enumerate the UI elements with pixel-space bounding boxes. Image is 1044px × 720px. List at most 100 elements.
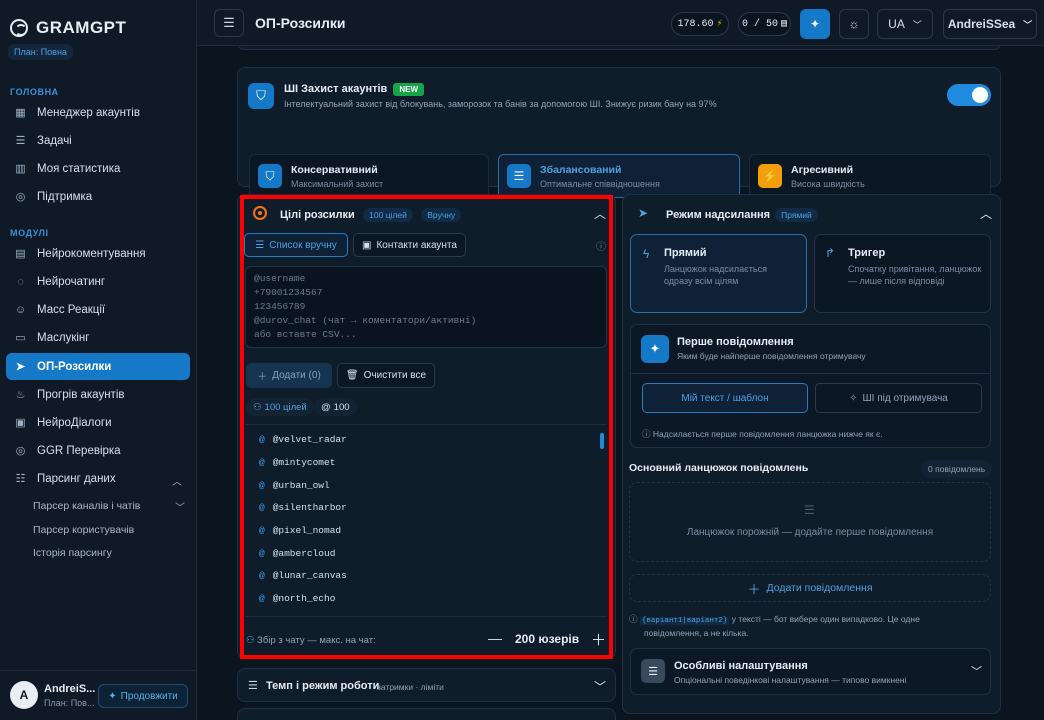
decrement-button[interactable]: — <box>488 630 502 646</box>
at-icon: @ <box>259 480 265 491</box>
monitor-icon: ▭ <box>15 332 26 344</box>
clear-all-button[interactable]: 🗑 Очистити все <box>337 363 435 388</box>
sidebar-item-neurochat[interactable]: ◌ Нейрочатинг <box>6 268 190 295</box>
comment-icon: ▤ <box>15 248 26 260</box>
sidebar-item-support[interactable]: ◎ Підтримка <box>6 183 190 210</box>
sub-item-channel-parser[interactable]: Парсер каналів і чатів <box>33 500 140 512</box>
sidebar-item-masslooking[interactable]: ▭ Маслукінг <box>6 324 190 351</box>
redirect-icon: ↱ <box>825 246 836 260</box>
ai-protection-title: ШІ Захист акаунтів NEW <box>284 83 424 96</box>
balance-pill[interactable]: 178.60 ⚡ <box>671 12 729 36</box>
send-mode-badge: Прямий <box>775 207 818 222</box>
at-icon: @ <box>259 434 265 445</box>
user-menu[interactable]: AndreiSSea ﹀ <box>943 9 1037 39</box>
sliders-icon: ☰ <box>248 680 258 692</box>
increment-button[interactable]: ＋ <box>591 629 606 650</box>
sub-item-parsing-history[interactable]: Історія парсингу <box>33 547 112 559</box>
targets-card: Цілі розсилки 100 цілей Вручну ︿ ☰ Список… <box>237 194 616 659</box>
list-item[interactable]: @ @lunar_canvas <box>259 570 347 581</box>
mode-direct[interactable]: ϟ Прямий Ланцюжок надсилається одразу вс… <box>630 234 807 313</box>
template-button[interactable]: Мій текст / шаблон <box>642 383 808 413</box>
sidebar-item-op-mailing[interactable]: ➤ ОП-Розсилки <box>6 353 190 380</box>
targets-textarea[interactable]: @username +79001234567 123456789 @durov_… <box>245 266 607 348</box>
globe-icon: ◎ <box>15 191 26 203</box>
user-plan: План: Пов... <box>44 698 95 708</box>
info-icon: ⓘ <box>629 614 638 624</box>
bolt-icon: ⚡ <box>716 19 723 30</box>
targets-header: Цілі розсилки 100 цілей Вручну <box>280 207 462 222</box>
at-icon: @ <box>259 593 265 604</box>
theme-toggle-button[interactable]: ☼ <box>839 9 869 39</box>
list-item[interactable]: @ @velvet_radar <box>259 434 347 445</box>
mode-trigger[interactable]: ↱ Тригер Спочатку привітання, ланцюжок —… <box>814 234 991 313</box>
top-header: ☰ ОП-Розсилки 178.60 ⚡ 0 / 50 ▤ ✦ ☼ UA ﹀ An… <box>197 0 1044 46</box>
chevron-up-icon[interactable]: ︿ <box>980 205 992 222</box>
chevron-down-icon[interactable]: ﹀ <box>175 499 185 514</box>
targets-mode-badge: Вручну <box>421 207 462 222</box>
add-targets-button[interactable]: ＋ Додати (0) <box>246 363 332 388</box>
at-icon: @ <box>321 401 331 413</box>
sub-item-user-parser[interactable]: Парсер користувачів <box>33 524 134 536</box>
mode-balanced[interactable]: ☰ Збалансований Оптимальне співвідношенн… <box>498 154 740 198</box>
chevron-up-icon[interactable]: ︿ <box>594 205 606 222</box>
list-item[interactable]: @ @pixel_nomad <box>259 525 341 536</box>
targets-count-chip: ⚇ 100 цілей <box>246 398 314 416</box>
sidebar-item-stats[interactable]: ▥ Моя статистика <box>6 155 190 182</box>
sidebar-item-neurodialogs[interactable]: ▣ НейроДіалоги <box>6 409 190 436</box>
sidebar-item-parsing[interactable]: ☷ Парсинг даних <box>6 465 190 492</box>
ai-protection-description: Інтелектуальний захист від блокувань, за… <box>284 99 717 109</box>
chevron-down-icon: ﹀ <box>1023 19 1033 30</box>
list-item[interactable]: @ @mintycomet <box>259 457 335 468</box>
list-item[interactable]: @ @silentharbor <box>259 502 347 513</box>
add-message-button[interactable]: ＋ Додати повідомлення <box>629 574 991 602</box>
avatar[interactable]: A <box>10 681 38 709</box>
sparkle-icon: ✧ <box>849 392 858 404</box>
plus-icon: ＋ <box>257 372 268 383</box>
sidebar-item-ggr[interactable]: ◎ GGR Перевірка <box>6 437 190 464</box>
section-label-main: ГОЛОВНА <box>10 87 59 97</box>
bolt-icon: ⚡ <box>758 164 782 188</box>
ai-button[interactable]: ✦ <box>800 9 830 39</box>
at-icon: @ <box>259 570 265 581</box>
app-logo[interactable]: GRAMGPT <box>10 18 126 38</box>
menu-toggle-button[interactable]: ☰ <box>214 9 244 37</box>
tab-account-contacts[interactable]: ▣ Контакти акаунта <box>353 233 466 257</box>
info-icon[interactable]: ⓘ <box>596 238 606 253</box>
extend-button[interactable]: ✦ Продовжити <box>98 684 188 708</box>
previous-card <box>237 46 1001 50</box>
ai-recipient-button[interactable]: ✧ ШІ під отримувача <box>815 383 982 413</box>
main-content: ⛉ ШІ Захист акаунтів NEW Інтелектуальний … <box>197 46 1044 720</box>
scrollbar-thumb[interactable] <box>600 433 604 449</box>
sidebar-item-warmup[interactable]: ♨ Прогрів акаунтів <box>6 381 190 408</box>
user-block: A AndreiS... План: Пов... ✦ Продовжити <box>0 670 197 720</box>
mode-conservative[interactable]: ⛉ Консервативний Максимальний захист <box>249 154 489 198</box>
collect-label: ⚇ Збір з чату — макс. на чат: <box>246 635 376 646</box>
plus-icon: ＋ <box>747 581 761 597</box>
list-item[interactable]: @ @ambercloud <box>259 548 335 559</box>
tab-manual-list[interactable]: ☰ Список вручну <box>244 233 348 257</box>
page-title: ОП-Розсилки <box>255 15 346 31</box>
sidebar-item-tasks[interactable]: ☰ Задачі <box>6 127 190 154</box>
special-settings[interactable]: ☰ Особливі налаштування Опціональні пове… <box>630 648 991 695</box>
database-icon: ☷ <box>15 473 26 485</box>
language-select[interactable]: UA ﹀ <box>877 9 933 39</box>
users-icon: ⚇ <box>253 401 262 413</box>
sidebar-item-neurocomment[interactable]: ▤ Нейрокоментування <box>6 240 190 267</box>
chevron-up-icon[interactable]: ︿ <box>172 473 182 488</box>
sidebar-item-accounts[interactable]: ▦ Менеджер акаунтів <box>6 99 190 126</box>
list-item[interactable]: @ @urban_owl <box>259 480 330 491</box>
list-item[interactable]: @ @north_echo <box>259 593 335 604</box>
chain-count-chip: 0 повідомлень <box>921 460 993 478</box>
at-icon: @ <box>259 525 265 536</box>
ai-protection-toggle[interactable] <box>947 84 991 106</box>
tempo-card[interactable]: ☰ Темп і режим роботи затримки · ліміти … <box>237 668 616 702</box>
dialog-icon: ▣ <box>15 417 26 429</box>
list-icon: ☰ <box>15 135 26 147</box>
sidebar-item-mass-reactions[interactable]: ☺ Масс Реакції <box>6 296 190 323</box>
sun-icon: ☼ <box>848 17 860 31</box>
counter-pill[interactable]: 0 / 50 ▤ <box>738 12 791 36</box>
targets-list: @ @velvet_radar @ @mintycomet @ @urban_owl … <box>245 424 607 614</box>
logo-icon <box>10 19 28 37</box>
ai-protection-card: ⛉ ШІ Захист акаунтів NEW Інтелектуальний … <box>237 67 1001 198</box>
mode-aggressive[interactable]: ⚡ Агресивний Висока швидкість <box>749 154 991 198</box>
